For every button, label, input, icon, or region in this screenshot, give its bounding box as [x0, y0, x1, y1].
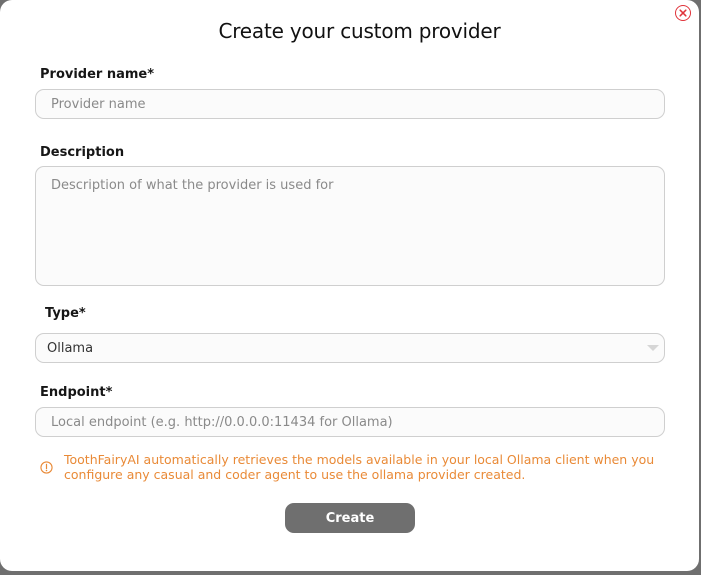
endpoint-label: Endpoint* [40, 385, 113, 400]
create-provider-dialog: Create your custom provider Provider nam… [0, 0, 699, 571]
description-label: Description [40, 145, 125, 160]
close-icon [679, 9, 687, 17]
type-label: Type* [45, 306, 86, 321]
provider-name-input[interactable] [35, 89, 665, 119]
type-selected-value: Ollama [47, 340, 94, 356]
endpoint-input[interactable] [35, 407, 665, 437]
provider-name-label: Provider name* [40, 67, 155, 82]
info-circle-icon [40, 461, 53, 474]
info-text: ToothFairyAI automatically retrieves the… [64, 452, 655, 482]
dialog-title: Create your custom provider [218, 19, 501, 43]
create-button[interactable]: Create [285, 503, 415, 533]
type-select[interactable]: Ollama [35, 333, 665, 363]
info-notice: ToothFairyAI automatically retrieves the… [40, 452, 660, 482]
description-textarea[interactable] [35, 166, 665, 286]
chevron-down-icon [647, 345, 659, 351]
